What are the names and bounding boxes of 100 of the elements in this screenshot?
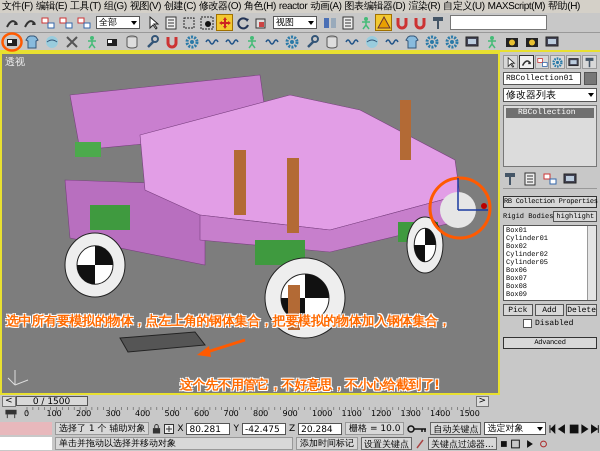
cylinder-icon (124, 34, 138, 48)
sphere-icon (44, 34, 58, 48)
ruler-label: 1500 (460, 409, 480, 418)
menu-item[interactable]: 编辑(E) (36, 0, 68, 12)
ruler-label: 1000 (312, 409, 332, 418)
menu-item[interactable]: 创建(C) (164, 0, 196, 12)
menu-item[interactable]: 角色(H) (244, 0, 276, 12)
panel-button[interactable]: Pick (503, 304, 533, 316)
menu-item[interactable]: 修改器(O) (198, 0, 242, 12)
list-icon (523, 172, 537, 186)
panel-tab[interactable] (566, 55, 582, 69)
gear-icon (424, 34, 438, 48)
set-key-button[interactable]: 设置关键点 (361, 437, 412, 450)
checkbox[interactable] (523, 319, 532, 328)
panel-button[interactable]: Add (534, 304, 564, 316)
ruler-label: 300 (106, 409, 121, 418)
script-output-field[interactable] (0, 437, 52, 450)
menu-item[interactable]: 文件(F) (2, 0, 33, 12)
x-field[interactable]: 80.281 (186, 422, 230, 434)
time-tag-field[interactable]: 添加时间标记 (296, 437, 358, 450)
sphere-icon (364, 34, 378, 48)
y-field[interactable]: -42.475 (242, 422, 286, 434)
time-slider-thumb[interactable]: 0 / 1500 (16, 396, 88, 406)
move-arrows-icon (218, 16, 232, 30)
auto-key-button[interactable]: 自动关键点 (430, 422, 482, 435)
hammer-icon (503, 172, 517, 186)
menu-item[interactable]: reactor (278, 0, 308, 12)
dropdown[interactable]: 全部 (96, 16, 140, 29)
modifier-list-dropdown[interactable]: 修改器列表 (503, 88, 597, 102)
key-filters-button[interactable]: 关键点过滤器... (428, 437, 497, 450)
rotate-icon (236, 16, 250, 30)
list-icon (164, 16, 178, 30)
menu-item[interactable]: 图表编辑器(D) (344, 0, 406, 12)
selection-status: 选择了 1 个 辅助对象 (55, 422, 150, 435)
annotation-arrow (195, 338, 247, 358)
link-squares-icon (76, 16, 90, 30)
toolbar-button[interactable] (375, 14, 392, 31)
shirt-icon (24, 34, 38, 48)
cylinder-icon (324, 34, 338, 48)
magnet-icon (164, 34, 178, 48)
menu-item[interactable]: 动画(A) (310, 0, 342, 12)
ruler-label: 900 (282, 409, 298, 418)
monitor-icon (544, 34, 558, 48)
menu-item[interactable]: 渲染(R) (408, 0, 440, 12)
panel-button[interactable]: Delete (566, 304, 597, 316)
ruler-label: 0 (24, 409, 30, 418)
menu-item[interactable]: MAXScript(M) (488, 0, 546, 12)
key-icon[interactable] (407, 424, 428, 434)
key-mode-dropdown[interactable]: 选定对象 (484, 422, 546, 435)
hammer-icon (430, 16, 444, 30)
viewport-label: 透视 (5, 56, 25, 69)
menu-item[interactable]: 组(G) (104, 0, 127, 12)
ruler-label: 600 (194, 409, 210, 418)
gear-icon (552, 56, 564, 68)
annotation-text: 这个先不用管它，不好意思，不小心给截到了! (180, 376, 440, 393)
ruler-label: 1400 (430, 409, 450, 418)
list-icon (340, 16, 354, 30)
cross-icon (64, 34, 78, 48)
next-frame-button[interactable]: > (476, 396, 490, 406)
stack-item[interactable]: RBCollection (506, 108, 594, 118)
hammer-icon (584, 56, 596, 68)
dashed-rectangle-icon (182, 16, 196, 30)
playback-controls-icon[interactable] (549, 424, 600, 434)
magnet-icon (412, 16, 426, 30)
monitor-icon (464, 34, 478, 48)
transform-mode-icon[interactable] (164, 424, 174, 434)
menu-item[interactable]: 自定义(U) (443, 0, 485, 12)
object-name-field[interactable]: RBCollection01 (503, 72, 581, 85)
checkbox-label: Disabled (535, 319, 574, 328)
input-field[interactable] (450, 15, 547, 30)
wrench-icon (304, 34, 318, 48)
toolbar-button[interactable] (198, 14, 215, 31)
z-field[interactable]: 20.284 (298, 422, 342, 434)
color-swatch[interactable] (584, 72, 597, 85)
ruler-label: 800 (253, 409, 268, 418)
coordinate-label: Z (288, 424, 296, 434)
axis-tripod-icon (8, 370, 28, 386)
gear-icon (284, 34, 298, 48)
script-listener-field[interactable] (0, 422, 52, 435)
monitor-icon (568, 56, 580, 68)
gear-icon (184, 34, 198, 48)
coordinate-label: Y (233, 424, 239, 434)
previous-frame-button[interactable]: < (2, 396, 16, 406)
dropdown[interactable]: 视图 (273, 16, 317, 29)
monitor-icon (563, 172, 577, 186)
wrench-icon (144, 34, 158, 48)
key-filter-icon[interactable] (415, 438, 425, 448)
panel-tab[interactable] (518, 55, 534, 69)
menu-item[interactable]: 视图(V) (130, 0, 162, 12)
grid-status: 栅格 = 10.0 (345, 422, 404, 435)
panel-tab[interactable] (503, 55, 518, 69)
mirror-icon (322, 16, 336, 30)
triangle-icon (376, 16, 390, 30)
menu-item[interactable]: 工具(T) (70, 0, 101, 12)
scrollbar[interactable] (587, 226, 596, 300)
ruler-label: 200 (76, 409, 92, 418)
lock-icon[interactable] (152, 424, 162, 434)
scale-icon (254, 16, 268, 30)
menu-item[interactable]: 帮助(H) (548, 0, 580, 12)
highlight-circle (1, 32, 23, 52)
